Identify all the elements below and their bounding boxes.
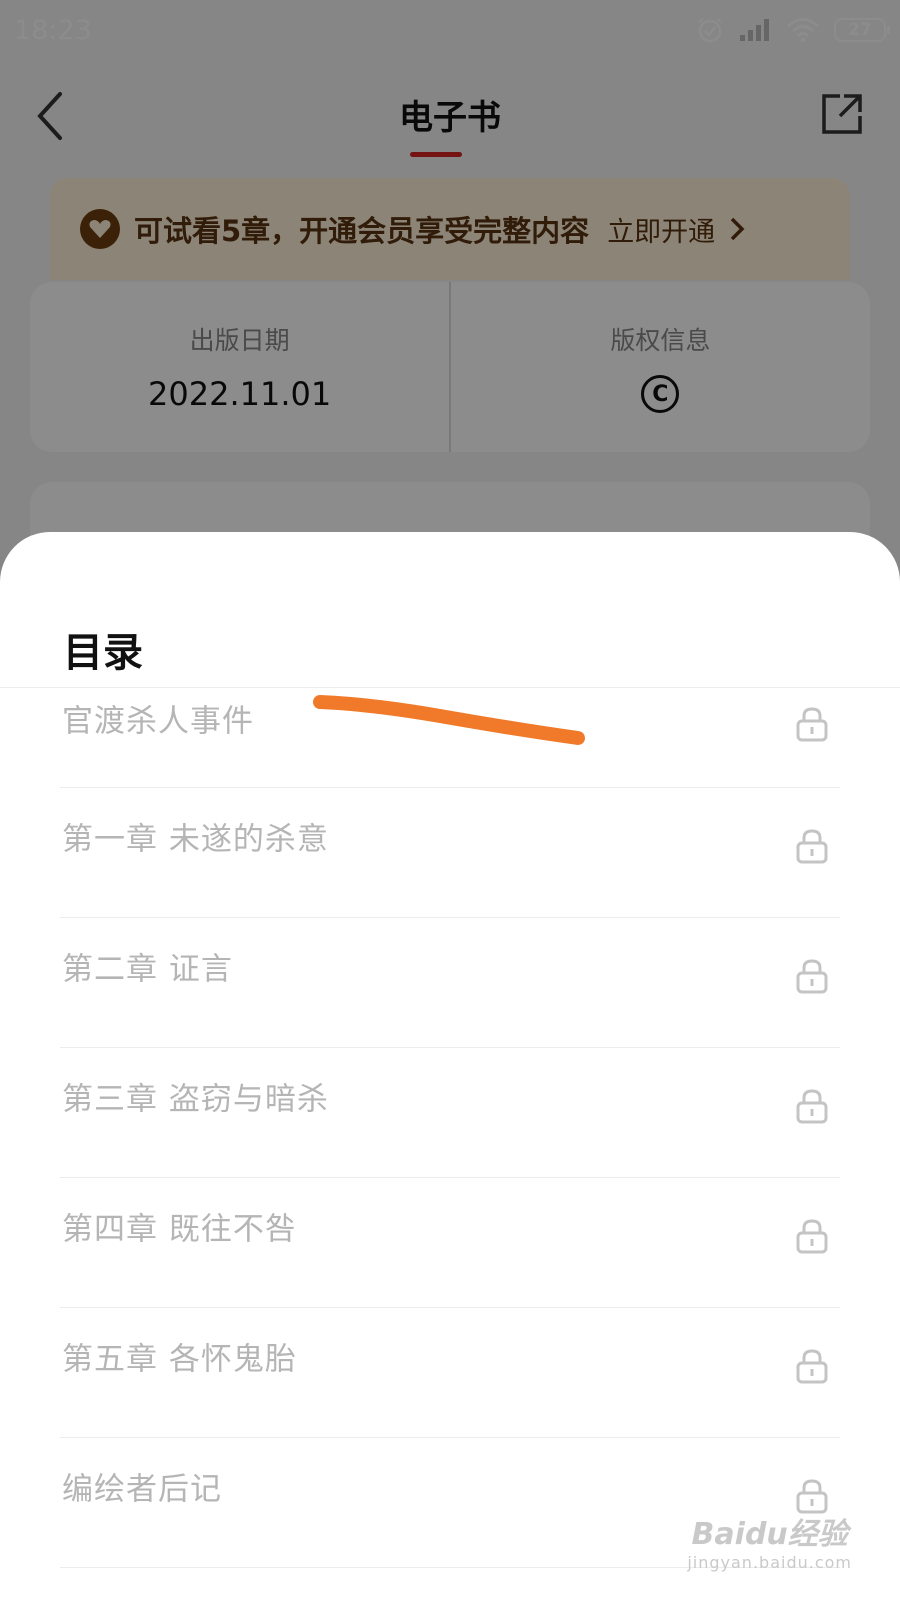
toc-item[interactable]: 第二章 证言 <box>60 918 840 1048</box>
lock-icon <box>796 829 828 864</box>
lock-icon <box>796 1219 828 1254</box>
toc-item-label: 编绘者后记 <box>62 1471 222 1508</box>
toc-item[interactable]: 第一章 未遂的杀意 <box>60 788 840 918</box>
lock-icon <box>796 1089 828 1124</box>
watermark-sub-text: jingyan.baidu.com <box>687 1553 852 1572</box>
lock-icon <box>796 959 828 994</box>
orange-scribble-annotation <box>313 695 585 745</box>
toc-list: 官渡杀人事件 第一章 未遂的杀意 第二章 证言 第三章 盗窃与暗杀 第四章 既往… <box>0 688 900 1568</box>
toc-item-label: 第二章 证言 <box>62 951 233 988</box>
lock-icon <box>796 1349 828 1384</box>
toc-sheet: 目录 官渡杀人事件 第一章 未遂的杀意 第二章 证言 第三章 盗窃与暗杀 第四章… <box>0 532 900 1600</box>
watermark-main-text: Baidu经验 <box>691 1517 848 1552</box>
toc-item-label: 第四章 既往不咎 <box>62 1211 297 1248</box>
toc-item-label: 官渡杀人事件 <box>62 703 254 740</box>
toc-title: 目录 <box>63 630 143 676</box>
toc-item-label: 第三章 盗窃与暗杀 <box>62 1081 329 1118</box>
baidu-watermark: Baidu经验 jingyan.baidu.com <box>687 1509 852 1572</box>
toc-item-label: 第五章 各怀鬼胎 <box>62 1341 297 1378</box>
toc-item[interactable]: 第四章 既往不咎 <box>60 1178 840 1308</box>
toc-item[interactable]: 第五章 各怀鬼胎 <box>60 1308 840 1438</box>
lock-icon <box>796 707 828 742</box>
toc-item[interactable]: 第三章 盗窃与暗杀 <box>60 1048 840 1178</box>
toc-item-label: 第一章 未遂的杀意 <box>62 821 329 858</box>
